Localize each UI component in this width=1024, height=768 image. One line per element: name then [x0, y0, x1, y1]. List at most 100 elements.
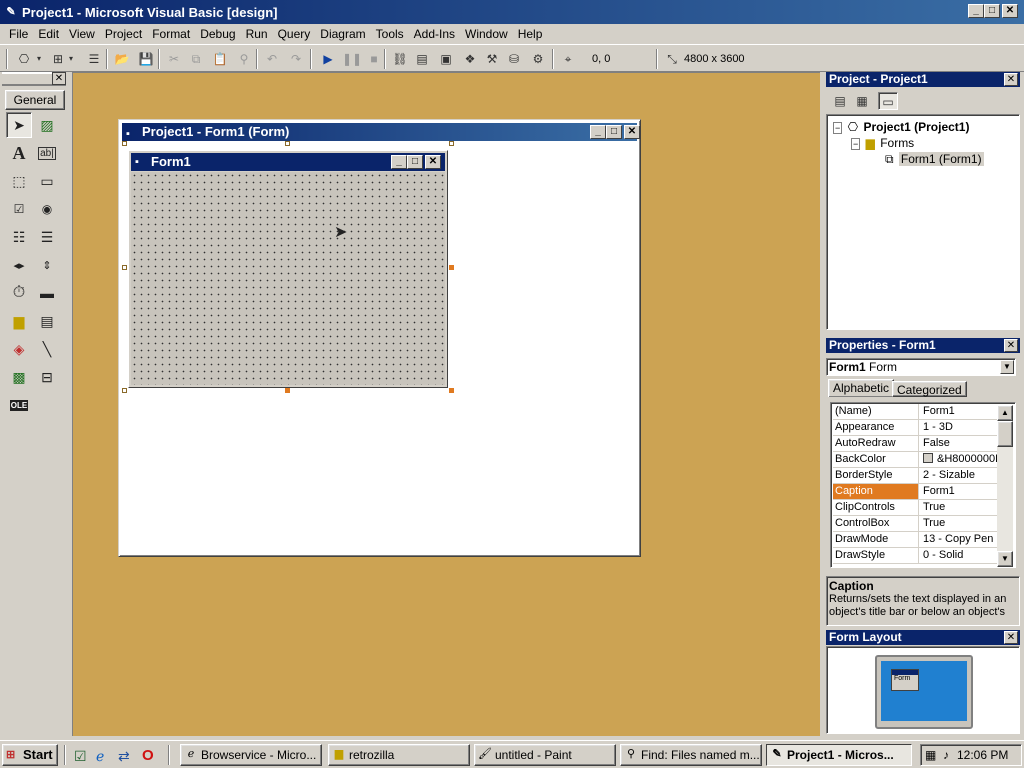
form1-titlebar[interactable]: ▪ Form1 _ □ ✕ [131, 153, 445, 171]
form-layout-close-button[interactable]: ✕ [1004, 631, 1018, 644]
form-layout-icon[interactable]: ▣ [436, 50, 456, 68]
resize-handle[interactable] [449, 141, 454, 146]
property-value[interactable]: Form1 [921, 404, 999, 419]
property-value[interactable]: True [921, 500, 999, 515]
form1-maximize-button[interactable]: □ [407, 155, 423, 169]
property-row[interactable]: DrawMode 13 - Copy Pen [833, 532, 999, 548]
property-row[interactable]: BackColor &H8000000F [833, 452, 999, 468]
view-code-icon[interactable]: ▤ [830, 92, 850, 110]
property-value[interactable]: &H8000000F [921, 452, 999, 467]
resize-handle[interactable] [122, 388, 127, 393]
collapse-icon[interactable]: − [851, 138, 861, 150]
line-tool-icon[interactable]: ╲ [34, 336, 60, 362]
property-value[interactable]: True [921, 516, 999, 531]
menu-file[interactable]: File [4, 25, 33, 43]
property-value[interactable]: 2 - Sizable [921, 468, 999, 483]
undo-icon[interactable]: ↶ [262, 50, 282, 68]
tab-categorized[interactable]: Categorized [892, 381, 967, 397]
dropdown-arrow-icon[interactable]: ▾ [34, 50, 44, 68]
menu-query[interactable]: Query [273, 25, 316, 43]
task-button[interactable]: 🖌 untitled - Paint [474, 744, 616, 766]
commandbutton-tool-icon[interactable]: ▭ [34, 168, 60, 194]
component-manager-icon[interactable]: ⚙ [528, 50, 548, 68]
close-button[interactable]: ✕ [1002, 4, 1018, 18]
form1-close-button[interactable]: ✕ [425, 155, 441, 169]
property-value[interactable]: Form1 [921, 484, 999, 499]
scheduler-icon[interactable]: ▦ [925, 748, 936, 762]
form-layout-titlebar[interactable]: Form Layout [826, 630, 1020, 645]
property-row[interactable]: (Name) Form1 [833, 404, 999, 420]
dropdown-arrow-icon[interactable]: ▾ [66, 50, 76, 68]
add-form-icon[interactable]: ⊞ [48, 50, 68, 68]
open-project-icon[interactable]: 📂 [112, 50, 132, 68]
menu-debug[interactable]: Debug [195, 25, 240, 43]
add-project-icon[interactable]: ⎔ [14, 50, 34, 68]
copy-icon[interactable]: ⧉ [186, 50, 206, 68]
menu-editor-icon[interactable]: ☰ [84, 50, 104, 68]
properties-window-icon[interactable]: ▤ [412, 50, 432, 68]
resize-handle[interactable] [122, 265, 127, 270]
dirlistbox-tool-icon[interactable]: ▆ [6, 308, 32, 334]
end-icon[interactable]: ■ [364, 50, 384, 68]
designer-close-button[interactable]: ✕ [624, 125, 640, 139]
checkbox-tool-icon[interactable]: ☑ [6, 196, 32, 222]
maximize-button[interactable]: □ [984, 4, 1000, 18]
toggle-folders-icon[interactable]: ▭ [878, 92, 898, 110]
textbox-tool-icon[interactable]: ab| [34, 140, 60, 166]
drivelistbox-tool-icon[interactable]: ▬ [34, 280, 60, 306]
menu-diagram[interactable]: Diagram [315, 25, 370, 43]
ole-tool-icon[interactable]: OLE [6, 392, 32, 418]
view-object-icon[interactable]: ▦ [852, 92, 872, 110]
save-project-icon[interactable]: 💾 [136, 50, 156, 68]
shape-tool-icon[interactable]: ◈ [6, 336, 32, 362]
designer-minimize-button[interactable]: _ [590, 125, 606, 139]
tab-alphabetic[interactable]: Alphabetic [828, 379, 895, 397]
resize-handle[interactable] [122, 141, 127, 146]
mini-form[interactable]: Form [891, 669, 919, 691]
form1-grid[interactable] [131, 172, 445, 385]
task-button-active[interactable]: ✎ Project1 - Micros... [766, 744, 912, 766]
timer-tool-icon[interactable]: ⏱ [6, 280, 32, 306]
property-row[interactable]: DrawStyle 0 - Solid [833, 548, 999, 564]
task-button[interactable]: ⚲ Find: Files named m... [620, 744, 762, 766]
property-row[interactable]: BorderStyle 2 - Sizable [833, 468, 999, 484]
project-pane-close-button[interactable]: ✕ [1004, 73, 1018, 86]
toolbox-icon[interactable]: ⚒ [482, 50, 502, 68]
scroll-thumb[interactable] [997, 421, 1013, 447]
property-value[interactable]: False [921, 436, 999, 451]
opera-icon[interactable]: O [142, 747, 160, 765]
property-row[interactable]: ClipControls True [833, 500, 999, 516]
resize-handle[interactable] [449, 265, 454, 270]
property-row-selected[interactable]: Caption Form1 [833, 484, 999, 500]
data-tool-icon[interactable]: ⊟ [34, 364, 60, 390]
task-button[interactable]: ℯ Browservice - Micro... [180, 744, 322, 766]
scroll-up-icon[interactable]: ▲ [997, 405, 1013, 421]
show-desktop-icon[interactable]: ☑ [74, 747, 92, 765]
listbox-tool-icon[interactable]: ☰ [34, 224, 60, 250]
tree-item-form1[interactable]: ⧉ Form1 (Form1) [885, 151, 984, 167]
chevron-down-icon[interactable]: ▼ [1000, 360, 1014, 374]
properties-pane-titlebar[interactable]: Properties - Form1 [826, 338, 1020, 353]
collapse-icon[interactable]: − [833, 122, 843, 134]
start-button[interactable]: ⊞ Start [2, 744, 58, 766]
form1-minimize-button[interactable]: _ [391, 155, 407, 169]
data-view-icon[interactable]: ⛁ [504, 50, 524, 68]
cut-icon[interactable]: ✂ [164, 50, 184, 68]
find-icon[interactable]: ⚲ [234, 50, 254, 68]
optionbutton-tool-icon[interactable]: ◉ [34, 196, 60, 222]
frame-tool-icon[interactable]: ⬚ [6, 168, 32, 194]
filelistbox-tool-icon[interactable]: ▤ [34, 308, 60, 334]
menu-tools[interactable]: Tools [371, 25, 409, 43]
property-value[interactable]: 0 - Solid [921, 548, 999, 563]
resize-handle[interactable] [449, 388, 454, 393]
property-row[interactable]: Appearance 1 - 3D [833, 420, 999, 436]
network-icon[interactable]: ⇄ [118, 747, 136, 765]
menu-add-ins[interactable]: Add-Ins [409, 25, 460, 43]
toolbox-close-button[interactable]: ✕ [52, 72, 66, 85]
object-browser-icon[interactable]: ❖ [460, 50, 480, 68]
form-designer-titlebar[interactable]: ▪ Project1 - Form1 (Form) _ □ ✕ [122, 123, 640, 141]
properties-pane-close-button[interactable]: ✕ [1004, 339, 1018, 352]
object-combo[interactable]: Form1 Form ▼ [826, 358, 1016, 376]
property-row[interactable]: AutoRedraw False [833, 436, 999, 452]
project-pane-titlebar[interactable]: Project - Project1 [826, 72, 1020, 87]
